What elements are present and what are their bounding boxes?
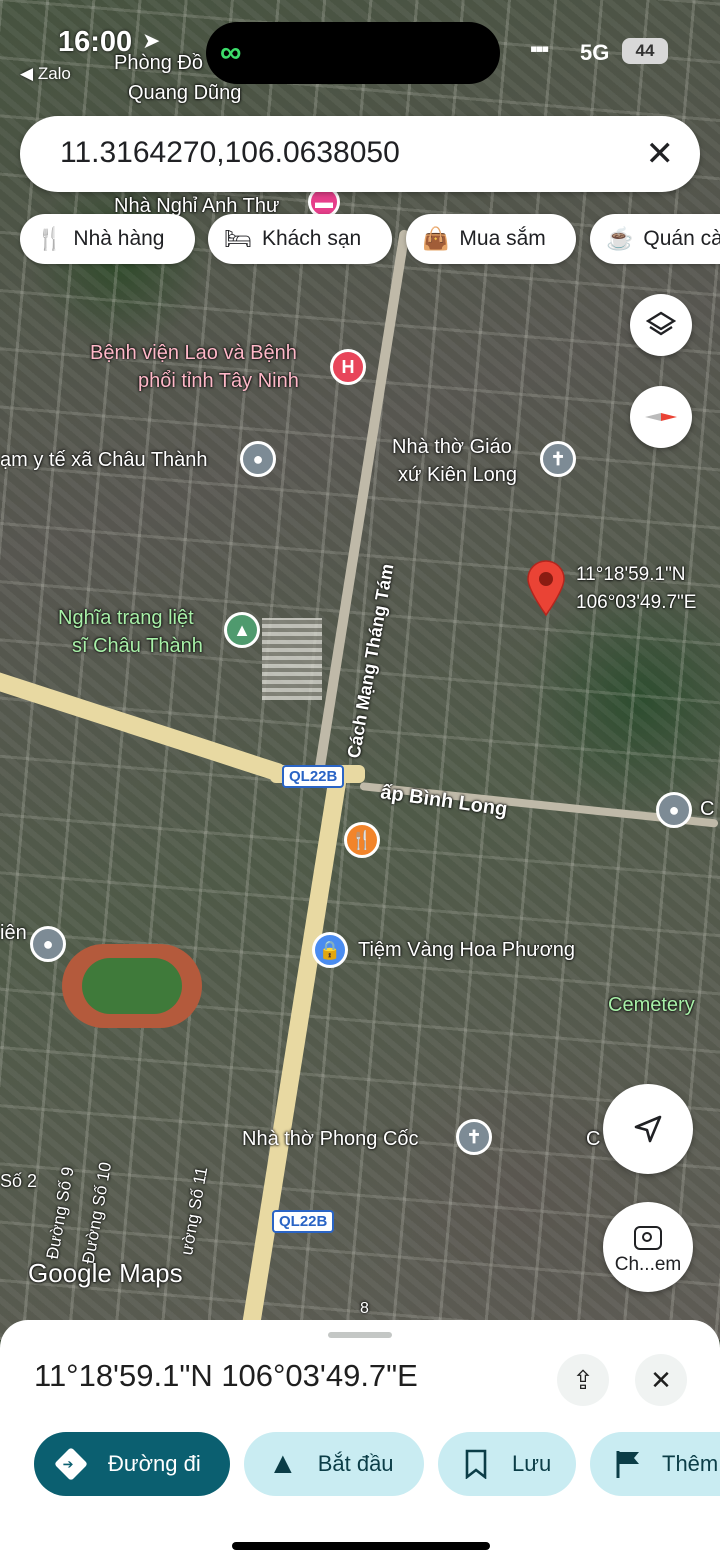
start-button[interactable]: ▲ Bắt đầu (244, 1432, 424, 1496)
cemetery-plot (262, 618, 322, 700)
label-duong-so-9: Đường Số 9 (42, 1165, 78, 1261)
chip-label: Nhà hàng (73, 227, 165, 250)
share-icon: ⇪ (572, 1364, 594, 1395)
back-to-zalo[interactable]: ◀ Zalo (20, 64, 71, 84)
directions-button[interactable]: ➔ Đường đi (34, 1432, 230, 1496)
stadium-track (62, 944, 202, 1028)
label-quang-dung: Quang Dũng (128, 82, 242, 104)
label-c-right-2: C (586, 1128, 601, 1150)
flag-icon (616, 1451, 639, 1478)
church-phong-coc-pin-icon[interactable]: ✝ (456, 1119, 492, 1155)
close-icon: ✕ (650, 1364, 672, 1395)
route-shield-ql22b-2: QL22B (272, 1210, 335, 1233)
save-label: Lưu (512, 1451, 552, 1476)
label-cemetery-line1: Nghĩa trang liệt (58, 607, 194, 629)
link-icon: ∞ (220, 36, 242, 69)
label-tram-y-te: ạm y tế xã Châu Thành (0, 449, 208, 471)
chip-hotels[interactable]: 🛏 Khách sạn (208, 214, 392, 264)
label-duong-so-10: Đường Số 10 (78, 1160, 116, 1266)
label-cemetery-line2: sĩ Châu Thành (72, 635, 203, 657)
network-label: 5G (580, 40, 610, 65)
search-input[interactable]: 11.3164270,106.0638050 (60, 136, 400, 170)
label-number-8: 8 (360, 1300, 369, 1317)
place-pin-left-icon[interactable]: ● (30, 926, 66, 962)
signal-icon: ▪▪▪ (530, 36, 549, 61)
layers-icon (646, 311, 676, 336)
save-button[interactable]: Lưu (438, 1432, 576, 1496)
label-hospital-line2: phổi tỉnh Tây Ninh (138, 370, 299, 392)
cafe-icon: ☕ (606, 226, 634, 251)
chip-label: Khách sạn (261, 227, 362, 250)
bottom-sheet[interactable]: 11°18'59.1"N 106°03'49.7"E ⇪ ✕ ➔ Đường đ… (0, 1320, 720, 1565)
label-hospital-line1: Bệnh viện Lao và Bệnh (90, 342, 297, 364)
chip-shopping[interactable]: 👜 Mua sắm (406, 214, 576, 264)
battery-level: 44 (635, 41, 655, 60)
status-time: 16:00 (58, 26, 133, 58)
close-sheet-button[interactable]: ✕ (635, 1354, 687, 1406)
bookmark-icon (465, 1449, 487, 1479)
shopping-bag-icon: 👜 (422, 226, 450, 251)
shop-pin-icon[interactable]: 🔒 (312, 932, 348, 968)
memorial-pin-icon[interactable]: ▲ (224, 612, 260, 648)
place-pin-right-icon[interactable]: ● (656, 792, 692, 828)
clear-search-icon[interactable]: ✕ (646, 134, 675, 174)
directions-label: Đường đi (108, 1451, 201, 1476)
search-bar[interactable]: 11.3164270,106.0638050 ✕ (20, 116, 700, 192)
pin-latitude-label: 11°18'59.1"N (576, 564, 686, 585)
sheet-drag-handle[interactable] (328, 1332, 392, 1338)
label-ien: iên (0, 922, 27, 944)
more-label: Thêm (662, 1451, 719, 1476)
coordinates-title: 11°18'59.1"N 106°03'49.7"E (34, 1358, 418, 1393)
hospital-pin-icon[interactable]: H (330, 349, 366, 385)
directions-icon: ➔ (54, 1447, 88, 1481)
layers-button[interactable] (630, 294, 692, 356)
label-so-2: Số 2 (0, 1171, 38, 1191)
label-church-phong-coc: Nhà thờ Phong Cốc (242, 1128, 419, 1150)
restaurant-pin-icon[interactable]: 🍴 (344, 822, 380, 858)
road-ql22b-south (239, 768, 348, 1340)
camera-icon (634, 1226, 662, 1250)
chip-label: Quán cà phê (643, 227, 720, 250)
back-app-label: Zalo (37, 64, 71, 83)
share-button[interactable]: ⇪ (557, 1354, 609, 1406)
my-location-button[interactable] (603, 1084, 693, 1174)
location-arrow-icon: ➤ (142, 28, 161, 53)
label-ap-binh-long: ấp Bình Long (379, 781, 509, 821)
compass-button[interactable] (630, 386, 692, 448)
dynamic-island: ∞ (206, 22, 500, 84)
chip-cafes[interactable]: ☕ Quán cà phê (590, 214, 720, 264)
google-lens-button[interactable]: Ch...em (603, 1202, 693, 1292)
compass-icon (645, 413, 677, 421)
route-shield-ql22b-1: QL22B (282, 765, 345, 788)
restaurant-icon: 🍴 (36, 226, 64, 251)
start-label: Bắt đầu (317, 1451, 394, 1476)
navigation-icon: ▲ (268, 1447, 298, 1480)
label-cemetery-en: Cemetery (608, 994, 695, 1016)
label-c-right: C (700, 798, 715, 820)
chip-label: Mua sắm (459, 227, 546, 250)
road-ql22b-west (0, 660, 287, 783)
navigation-arrow-icon (634, 1115, 662, 1143)
church-pin-icon[interactable]: ✝ (540, 441, 576, 477)
place-pin-icon[interactable]: ● (240, 441, 276, 477)
pin-longitude-label: 106°03'49.7"E (576, 592, 697, 613)
hotel-icon: 🛏 (224, 226, 252, 251)
google-maps-watermark: Google Maps (28, 1258, 183, 1288)
label-jewelry-shop: Tiệm Vàng Hoa Phương (358, 939, 575, 961)
label-church-kien-long-line2: xứ Kiên Long (398, 464, 518, 486)
battery-icon: 44 (622, 38, 668, 64)
lens-label: Ch...em (614, 1254, 682, 1275)
dropped-pin-icon[interactable] (526, 560, 566, 616)
home-indicator[interactable] (232, 1542, 490, 1550)
label-church-kien-long-line1: Nhà thờ Giáo (392, 436, 512, 458)
label-duong-so-11: ường Số 11 (177, 1165, 212, 1257)
chip-restaurants[interactable]: 🍴 Nhà hàng (20, 214, 195, 264)
more-button[interactable]: Thêm (590, 1432, 720, 1496)
back-triangle-icon: ◀ (20, 64, 34, 83)
